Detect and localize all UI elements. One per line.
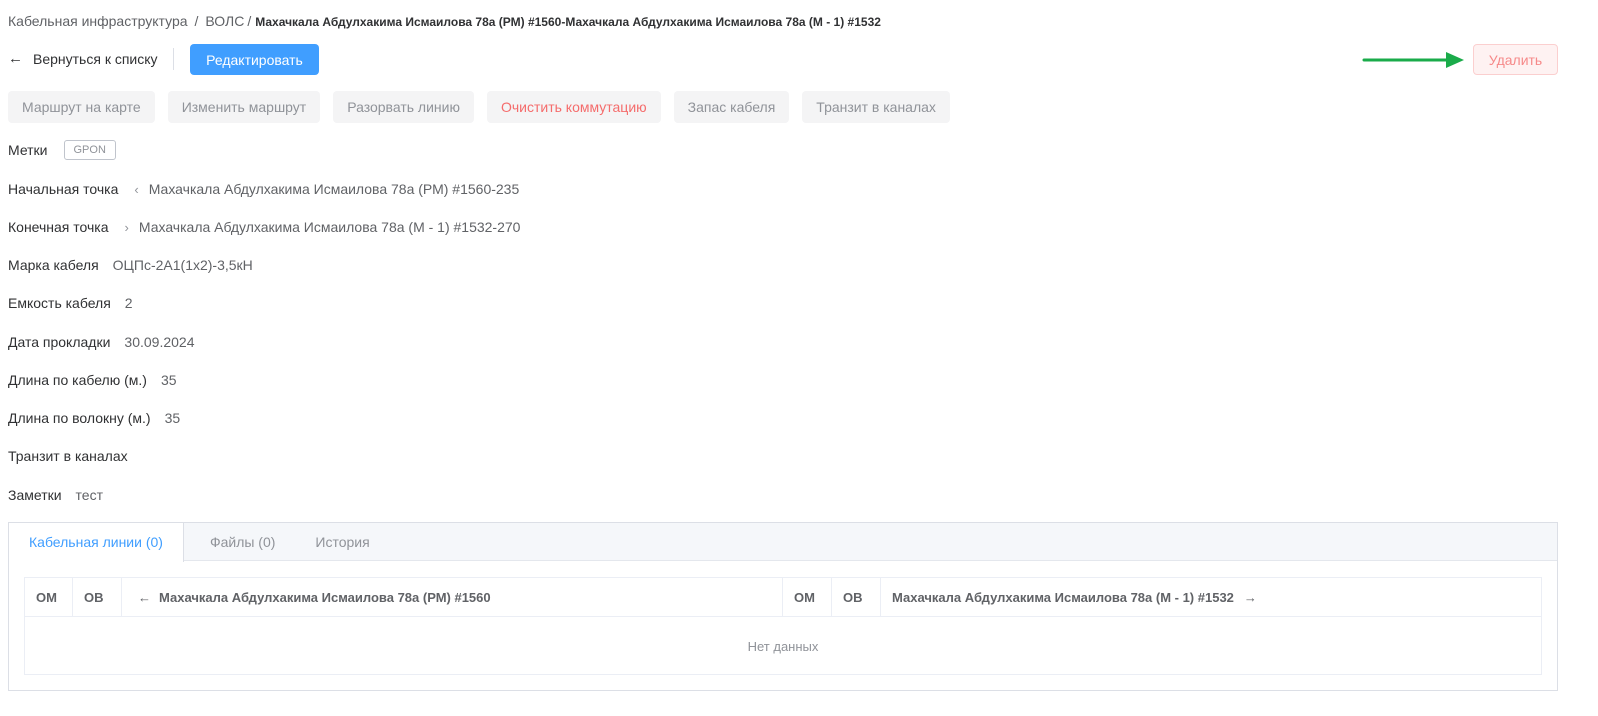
start-point-label: Начальная точка <box>8 181 119 197</box>
breadcrumb-separator: / <box>194 13 199 29</box>
end-point-row: Конечная точка › Махачкала Абдулхакима И… <box>8 219 520 235</box>
fiber-length-label: Длина по волокну (м.) <box>8 410 151 426</box>
chevron-right-icon: › <box>124 219 129 235</box>
cable-length-label: Длина по кабелю (м.) <box>8 372 147 388</box>
breadcrumb-separator: / <box>247 13 252 29</box>
transit-row: Транзит в каналах <box>8 448 142 464</box>
cable-brand-label: Марка кабеля <box>8 257 99 273</box>
transit-label: Транзит в каналах <box>8 448 128 464</box>
end-point-label: Конечная точка <box>8 219 109 235</box>
delete-button[interactable]: Удалить <box>1473 44 1558 75</box>
tags-label: Метки <box>8 142 48 158</box>
cable-capacity-label: Емкость кабеля <box>8 295 111 311</box>
notes-label: Заметки <box>8 487 62 503</box>
column-header-om: ОМ <box>25 578 73 616</box>
end-point-link[interactable]: Махачкала Абдулхакима Исмаилова 78а (М -… <box>139 219 521 235</box>
chevron-left-icon: ‹ <box>134 181 139 197</box>
cable-brand-row: Марка кабеля ОЦПс-2А1(1х2)-3,5кН <box>8 257 253 273</box>
back-to-list-label: Вернуться к списку <box>33 50 158 67</box>
start-point-link[interactable]: Махачкала Абдулхакима Исмаилова 78а (РМ)… <box>149 181 520 197</box>
laying-date-value: 30.09.2024 <box>124 334 195 350</box>
column-header-start-label: Махачкала Абдулхакима Исмаилова 78а (РМ)… <box>159 589 491 605</box>
cable-capacity-value: 2 <box>124 295 133 311</box>
fiber-length-row: Длина по волокну (м.) 35 <box>8 410 180 426</box>
table-empty-state: Нет данных <box>747 638 819 654</box>
breadcrumb-root[interactable]: Кабельная инфраструктура <box>8 13 188 29</box>
fiber-length-value: 35 <box>164 410 181 426</box>
tags-row: Метки GPON <box>8 140 116 160</box>
clear-switching-button[interactable]: Очистить коммутацию <box>486 91 661 123</box>
breadcrumb-section[interactable]: ВОЛС <box>205 13 244 29</box>
page: Кабельная инфраструктура / ВОЛС / Махачкала … <box>0 0 1598 716</box>
cable-length-row: Длина по кабелю (м.) 35 <box>8 372 177 388</box>
laying-date-label: Дата прокладки <box>8 334 111 350</box>
start-point-row: Начальная точка ‹ Махачкала Абдулхакима … <box>8 181 519 197</box>
cable-reserve-button[interactable]: Запас кабеля <box>673 91 790 123</box>
cable-capacity-row: Емкость кабеля 2 <box>8 295 133 311</box>
arrow-left-icon: ← <box>138 589 151 605</box>
edit-button[interactable]: Редактировать <box>190 44 319 75</box>
arrow-right-icon: → <box>1243 589 1257 605</box>
cable-brand-value: ОЦПс-2А1(1х2)-3,5кН <box>112 257 253 273</box>
laying-date-row: Дата прокладки 30.09.2024 <box>8 334 194 350</box>
tabs-header: Кабельная линии (0) Файлы (0) История <box>9 523 1557 562</box>
breadcrumb: Кабельная инфраструктура / ВОЛС / Махачкала … <box>8 13 881 29</box>
arrow-left-icon: ← <box>8 50 23 67</box>
break-line-button[interactable]: Разорвать линию <box>333 91 474 123</box>
table-header: ОМ ОВ ← Махачкала Абдулхакима Исмаилова … <box>25 578 1541 617</box>
breadcrumb-current: Махачкала Абдулхакима Исмаилова 78а (РМ)… <box>255 15 881 29</box>
cable-lines-table: ОМ ОВ ← Махачкала Абдулхакима Исмаилова … <box>24 577 1542 675</box>
notes-value: тест <box>75 487 103 503</box>
tabs-panel: Кабельная линии (0) Файлы (0) История ОМ… <box>8 522 1558 691</box>
column-header-ob: ОВ <box>73 578 122 616</box>
tab-files[interactable]: Файлы (0) <box>190 523 295 562</box>
tab-history[interactable]: История <box>295 523 389 562</box>
header-divider <box>173 48 174 70</box>
annotation-arrow-icon <box>1362 52 1464 68</box>
notes-row: Заметки тест <box>8 487 103 503</box>
column-header-om: ОМ <box>783 578 832 616</box>
tag-badge: GPON <box>63 140 116 160</box>
action-toolbar: Маршрут на карте Изменить маршрут Разорв… <box>8 91 950 123</box>
back-to-list-link[interactable]: ← Вернуться к списку <box>8 50 158 67</box>
route-on-map-button[interactable]: Маршрут на карте <box>8 91 155 123</box>
change-route-button[interactable]: Изменить маршрут <box>167 91 321 123</box>
column-header-end-point: Махачкала Абдулхакима Исмаилова 78а (М -… <box>881 578 1541 616</box>
column-header-start-point: ← Махачкала Абдулхакима Исмаилова 78а (Р… <box>122 578 783 616</box>
cable-length-value: 35 <box>160 372 177 388</box>
column-header-end-label: Махачкала Абдулхакима Исмаилова 78а (М -… <box>892 589 1234 605</box>
column-header-ob: ОВ <box>832 578 881 616</box>
channel-transit-button[interactable]: Транзит в каналах <box>802 91 950 123</box>
tab-cable-lines[interactable]: Кабельная линии (0) <box>9 523 184 562</box>
